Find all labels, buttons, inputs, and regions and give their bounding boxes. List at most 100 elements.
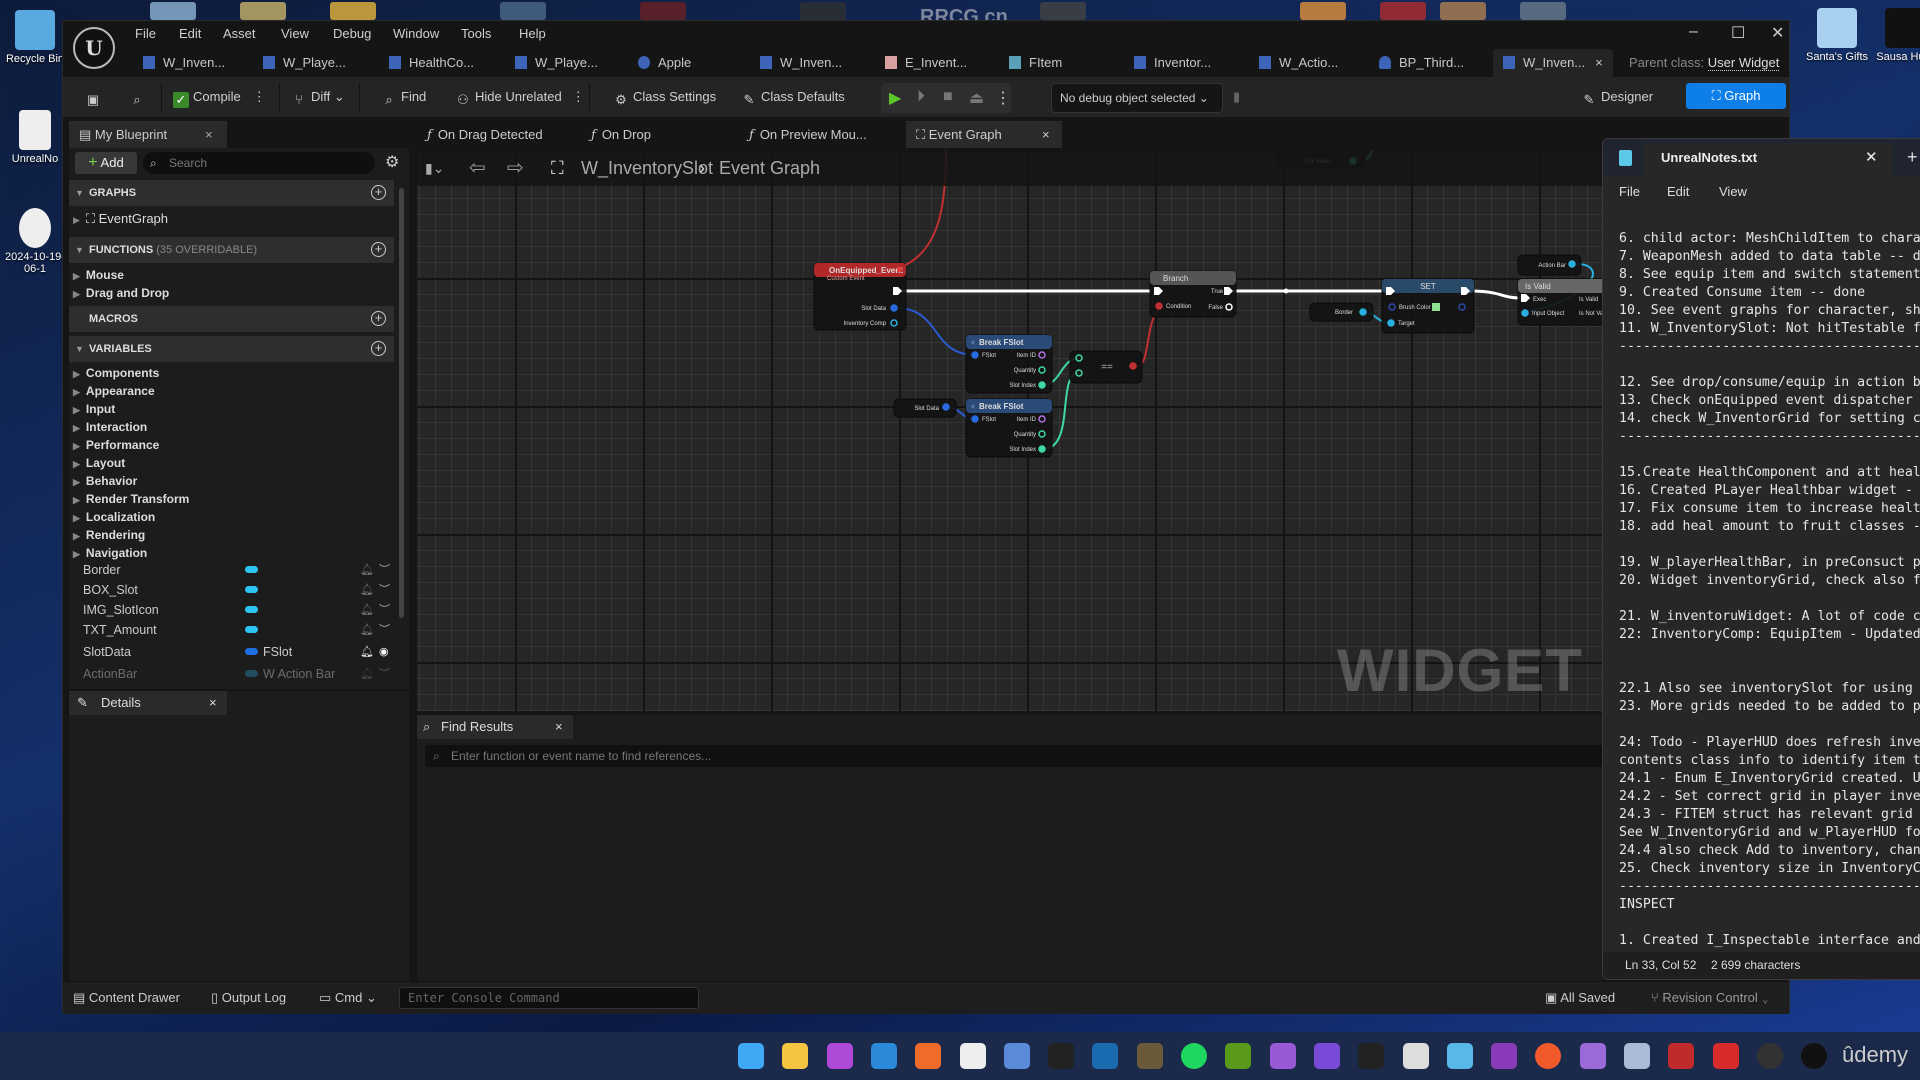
- variable-category[interactable]: ▶ Performance: [73, 436, 159, 454]
- cmd-dropdown[interactable]: ▭ Cmd ⌄: [319, 990, 377, 1006]
- eye-closed-icon[interactable]: ︶: [379, 600, 390, 620]
- event-graph-canvas[interactable]: WIDGET BLUEPRINT Slot IndexOnEquipped_Ev…: [417, 150, 1603, 711]
- asset-tab-active[interactable]: W_Inven... ×: [1493, 49, 1613, 77]
- minimize-button[interactable]: –: [1689, 23, 1698, 41]
- replication-bell-icon[interactable]: 🔔︎: [360, 664, 374, 684]
- function-category[interactable]: ▶ Drag and Drop: [73, 284, 169, 302]
- section-variables[interactable]: ▼ VARIABLES +: [69, 336, 394, 362]
- asset-tab[interactable]: BP_Third...: [1379, 49, 1464, 77]
- tab-event-graph[interactable]: ⛶ Event Graph ×: [906, 121, 1062, 148]
- variable-item[interactable]: SlotData FSlot 🔔︎ ◉: [83, 642, 393, 662]
- menu-view[interactable]: View: [281, 26, 309, 41]
- graph-mode-button[interactable]: ⛶ Graph: [1686, 83, 1786, 109]
- eye-closed-icon[interactable]: ︶: [379, 664, 390, 684]
- desktop-icon-video[interactable]: 2024-10-19-06-1: [0, 208, 70, 275]
- app-icon[interactable]: [826, 1043, 853, 1069]
- visual-studio-icon[interactable]: [1269, 1043, 1296, 1069]
- search-input[interactable]: ⌕ Search: [143, 152, 375, 174]
- close-window-button[interactable]: ✕: [1771, 23, 1784, 43]
- firefox-icon[interactable]: [915, 1043, 942, 1069]
- replication-bell-icon[interactable]: 🔔︎: [360, 620, 374, 640]
- asset-tab[interactable]: Apple: [638, 49, 691, 77]
- eye-closed-icon[interactable]: ︶: [379, 620, 390, 640]
- asset-tab[interactable]: W_Playe...: [263, 49, 346, 77]
- save-button[interactable]: ▣: [85, 85, 105, 109]
- menu-file[interactable]: File: [135, 26, 156, 41]
- add-graph-icon[interactable]: +: [371, 185, 386, 200]
- desktop-icon-recycle-bin[interactable]: Recycle Bin: [0, 10, 70, 65]
- forward-arrow-icon[interactable]: ⇨: [507, 150, 524, 186]
- variable-category[interactable]: ▶ Input: [73, 400, 115, 418]
- asset-tab[interactable]: Inventor...: [1134, 49, 1211, 77]
- menu-asset[interactable]: Asset: [223, 26, 256, 41]
- settings-icon[interactable]: [1003, 1043, 1030, 1069]
- class-settings-button[interactable]: ⚙ Class Settings: [613, 85, 716, 109]
- variable-category[interactable]: ▶ Interaction: [73, 418, 147, 436]
- function-category[interactable]: ▶ Mouse: [73, 266, 124, 284]
- asset-tab[interactable]: FItem: [1009, 49, 1062, 77]
- bookmark-icon[interactable]: ▮⌄: [425, 150, 444, 186]
- asset-tab[interactable]: W_Actio...: [1259, 49, 1338, 77]
- output-log-button[interactable]: ▯ Output Log: [211, 990, 286, 1006]
- debug-object-dropdown[interactable]: No debug object selected ⌄: [1051, 83, 1223, 113]
- variable-category[interactable]: ▶ Layout: [73, 454, 125, 472]
- new-tab-button[interactable]: +: [1907, 147, 1918, 168]
- variable-item[interactable]: Border 🔔︎ ︶: [83, 560, 393, 580]
- spotify-icon[interactable]: [1181, 1043, 1207, 1069]
- play-button[interactable]: ▶: [889, 88, 901, 108]
- replication-bell-icon[interactable]: 🔔︎: [360, 600, 374, 620]
- close-tab-icon[interactable]: ×: [1595, 55, 1603, 70]
- find-button[interactable]: ⌕ Find: [381, 85, 426, 109]
- add-variable-icon[interactable]: +: [371, 341, 386, 356]
- variable-item[interactable]: BOX_Slot 🔔︎ ︶: [83, 580, 393, 600]
- udemy-logo[interactable]: ûdemy: [1842, 1042, 1908, 1068]
- class-defaults-button[interactable]: ✎ Class Defaults: [741, 85, 845, 109]
- menu-help[interactable]: Help: [519, 26, 546, 41]
- revision-control-button[interactable]: ⑂ Revision Control ⌄: [1651, 990, 1769, 1005]
- console-command-input[interactable]: Enter Console Command: [399, 987, 699, 1009]
- unity-icon[interactable]: [1402, 1043, 1429, 1069]
- variable-category[interactable]: ▶ Rendering: [73, 526, 145, 544]
- diff-button[interactable]: ⑂ Diff ⌄: [291, 85, 345, 109]
- terminal-icon[interactable]: [1048, 1043, 1075, 1069]
- add-button[interactable]: + Add: [75, 152, 137, 174]
- notepad-menu-view[interactable]: View: [1719, 184, 1747, 199]
- close-tab-icon[interactable]: ✕: [1865, 143, 1878, 173]
- variable-category[interactable]: ▶ Localization: [73, 508, 155, 526]
- close-tab-icon[interactable]: ×: [555, 715, 563, 739]
- replication-bell-icon[interactable]: 🔔︎: [360, 642, 374, 662]
- asset-tab[interactable]: HealthCo...: [389, 49, 474, 77]
- variable-category[interactable]: ▶ Behavior: [73, 472, 137, 490]
- tab-details[interactable]: ✎ Details ×: [69, 691, 227, 715]
- add-macro-icon[interactable]: +: [371, 311, 386, 326]
- hide-unrelated-button[interactable]: ⚇ Hide Unrelated ⋮: [455, 85, 585, 109]
- asset-tab[interactable]: W_Inven...: [760, 49, 842, 77]
- settings-gear-icon[interactable]: ⚙: [385, 152, 399, 172]
- steam-icon[interactable]: [1092, 1043, 1119, 1069]
- close-tab-icon[interactable]: ×: [205, 121, 213, 148]
- variable-category[interactable]: ▶ Appearance: [73, 382, 155, 400]
- variable-item[interactable]: ActionBar W Action Bar 🔔︎ ︶: [83, 664, 393, 684]
- nvidia-icon[interactable]: [1225, 1043, 1252, 1069]
- menu-debug[interactable]: Debug: [333, 26, 371, 41]
- asset-tab[interactable]: E_Invent...: [885, 49, 967, 77]
- epic-games-icon[interactable]: [1358, 1043, 1385, 1069]
- variable-item[interactable]: TXT_Amount 🔔︎ ︶: [83, 620, 393, 640]
- back-arrow-icon[interactable]: ⇦: [469, 150, 486, 186]
- unreal-icon[interactable]: [1801, 1043, 1828, 1069]
- app-icon[interactable]: [1136, 1043, 1163, 1069]
- browse-button[interactable]: ⌕: [129, 85, 149, 109]
- menu-edit[interactable]: Edit: [179, 26, 201, 41]
- visual-studio-icon[interactable]: [1313, 1043, 1340, 1069]
- eye-open-icon[interactable]: ◉: [379, 642, 389, 662]
- onenote-icon[interactable]: [1491, 1043, 1518, 1069]
- stop-button[interactable]: ■: [943, 88, 953, 106]
- designer-button[interactable]: ✎ Designer: [1581, 85, 1653, 109]
- close-tab-icon[interactable]: ×: [1042, 121, 1050, 148]
- graph-item-eventgraph[interactable]: ▶ ⛶ EventGraph: [73, 210, 168, 228]
- all-saved-button[interactable]: ▣ All Saved: [1545, 990, 1615, 1006]
- step-button[interactable]: ⏵: [917, 88, 925, 106]
- replication-bell-icon[interactable]: 🔔︎: [360, 580, 374, 600]
- notepad-menu-edit[interactable]: Edit: [1667, 184, 1689, 199]
- tab-my-blueprint[interactable]: ▤ My Blueprint ×: [69, 121, 227, 148]
